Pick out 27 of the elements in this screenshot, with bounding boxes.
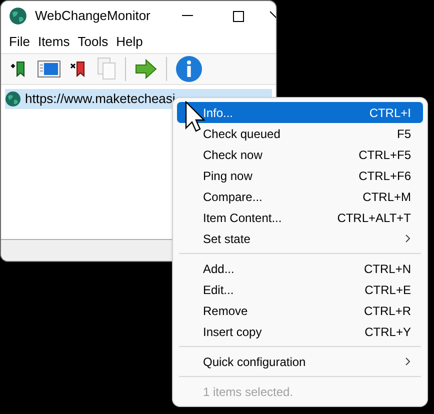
chevron-icon: [405, 234, 411, 243]
minimize-icon[interactable]: [182, 15, 193, 17]
context-menu-item[interactable]: Set state: [177, 228, 423, 249]
menu-item[interactable]: File: [5, 32, 34, 52]
right-arrow-icon[interactable]: [134, 59, 158, 79]
window-icon[interactable]: [37, 59, 61, 79]
maximize-icon[interactable]: [233, 10, 244, 22]
context-menu-item[interactable]: Compare... CTRL+M: [177, 186, 423, 207]
context-menu-item[interactable]: Info... CTRL+I: [177, 102, 423, 123]
context-menu-item[interactable]: Item Content... CTRL+ALT+T: [177, 207, 423, 228]
info-icon[interactable]: [175, 55, 203, 83]
context-menu-item[interactable]: Check queued F5: [177, 123, 423, 144]
chevron-icon: [405, 357, 411, 366]
context-menu-item[interactable]: Insert copy CTRL+Y: [177, 321, 423, 342]
context-menu-item[interactable]: Add... CTRL+N: [177, 258, 423, 279]
context-menu-item[interactable]: Edit... CTRL+E: [177, 279, 423, 300]
context-menu-item[interactable]: Ping now CTRL+F6: [177, 165, 423, 186]
context-menu-item[interactable]: Remove CTRL+R: [177, 300, 423, 321]
selection-count: 1 items selected.: [202, 384, 294, 400]
menu-item[interactable]: Tools: [74, 32, 112, 52]
context-menu-item[interactable]: Quick configuration: [177, 351, 423, 372]
window-title: WebChangeMonitor: [35, 7, 150, 26]
menu-item[interactable]: Items: [34, 32, 74, 52]
globe-icon: [5, 91, 21, 107]
context-menu-item[interactable]: Check now CTRL+F5: [177, 144, 423, 165]
menu-item[interactable]: Help: [112, 32, 147, 52]
globe-icon: [9, 7, 27, 25]
